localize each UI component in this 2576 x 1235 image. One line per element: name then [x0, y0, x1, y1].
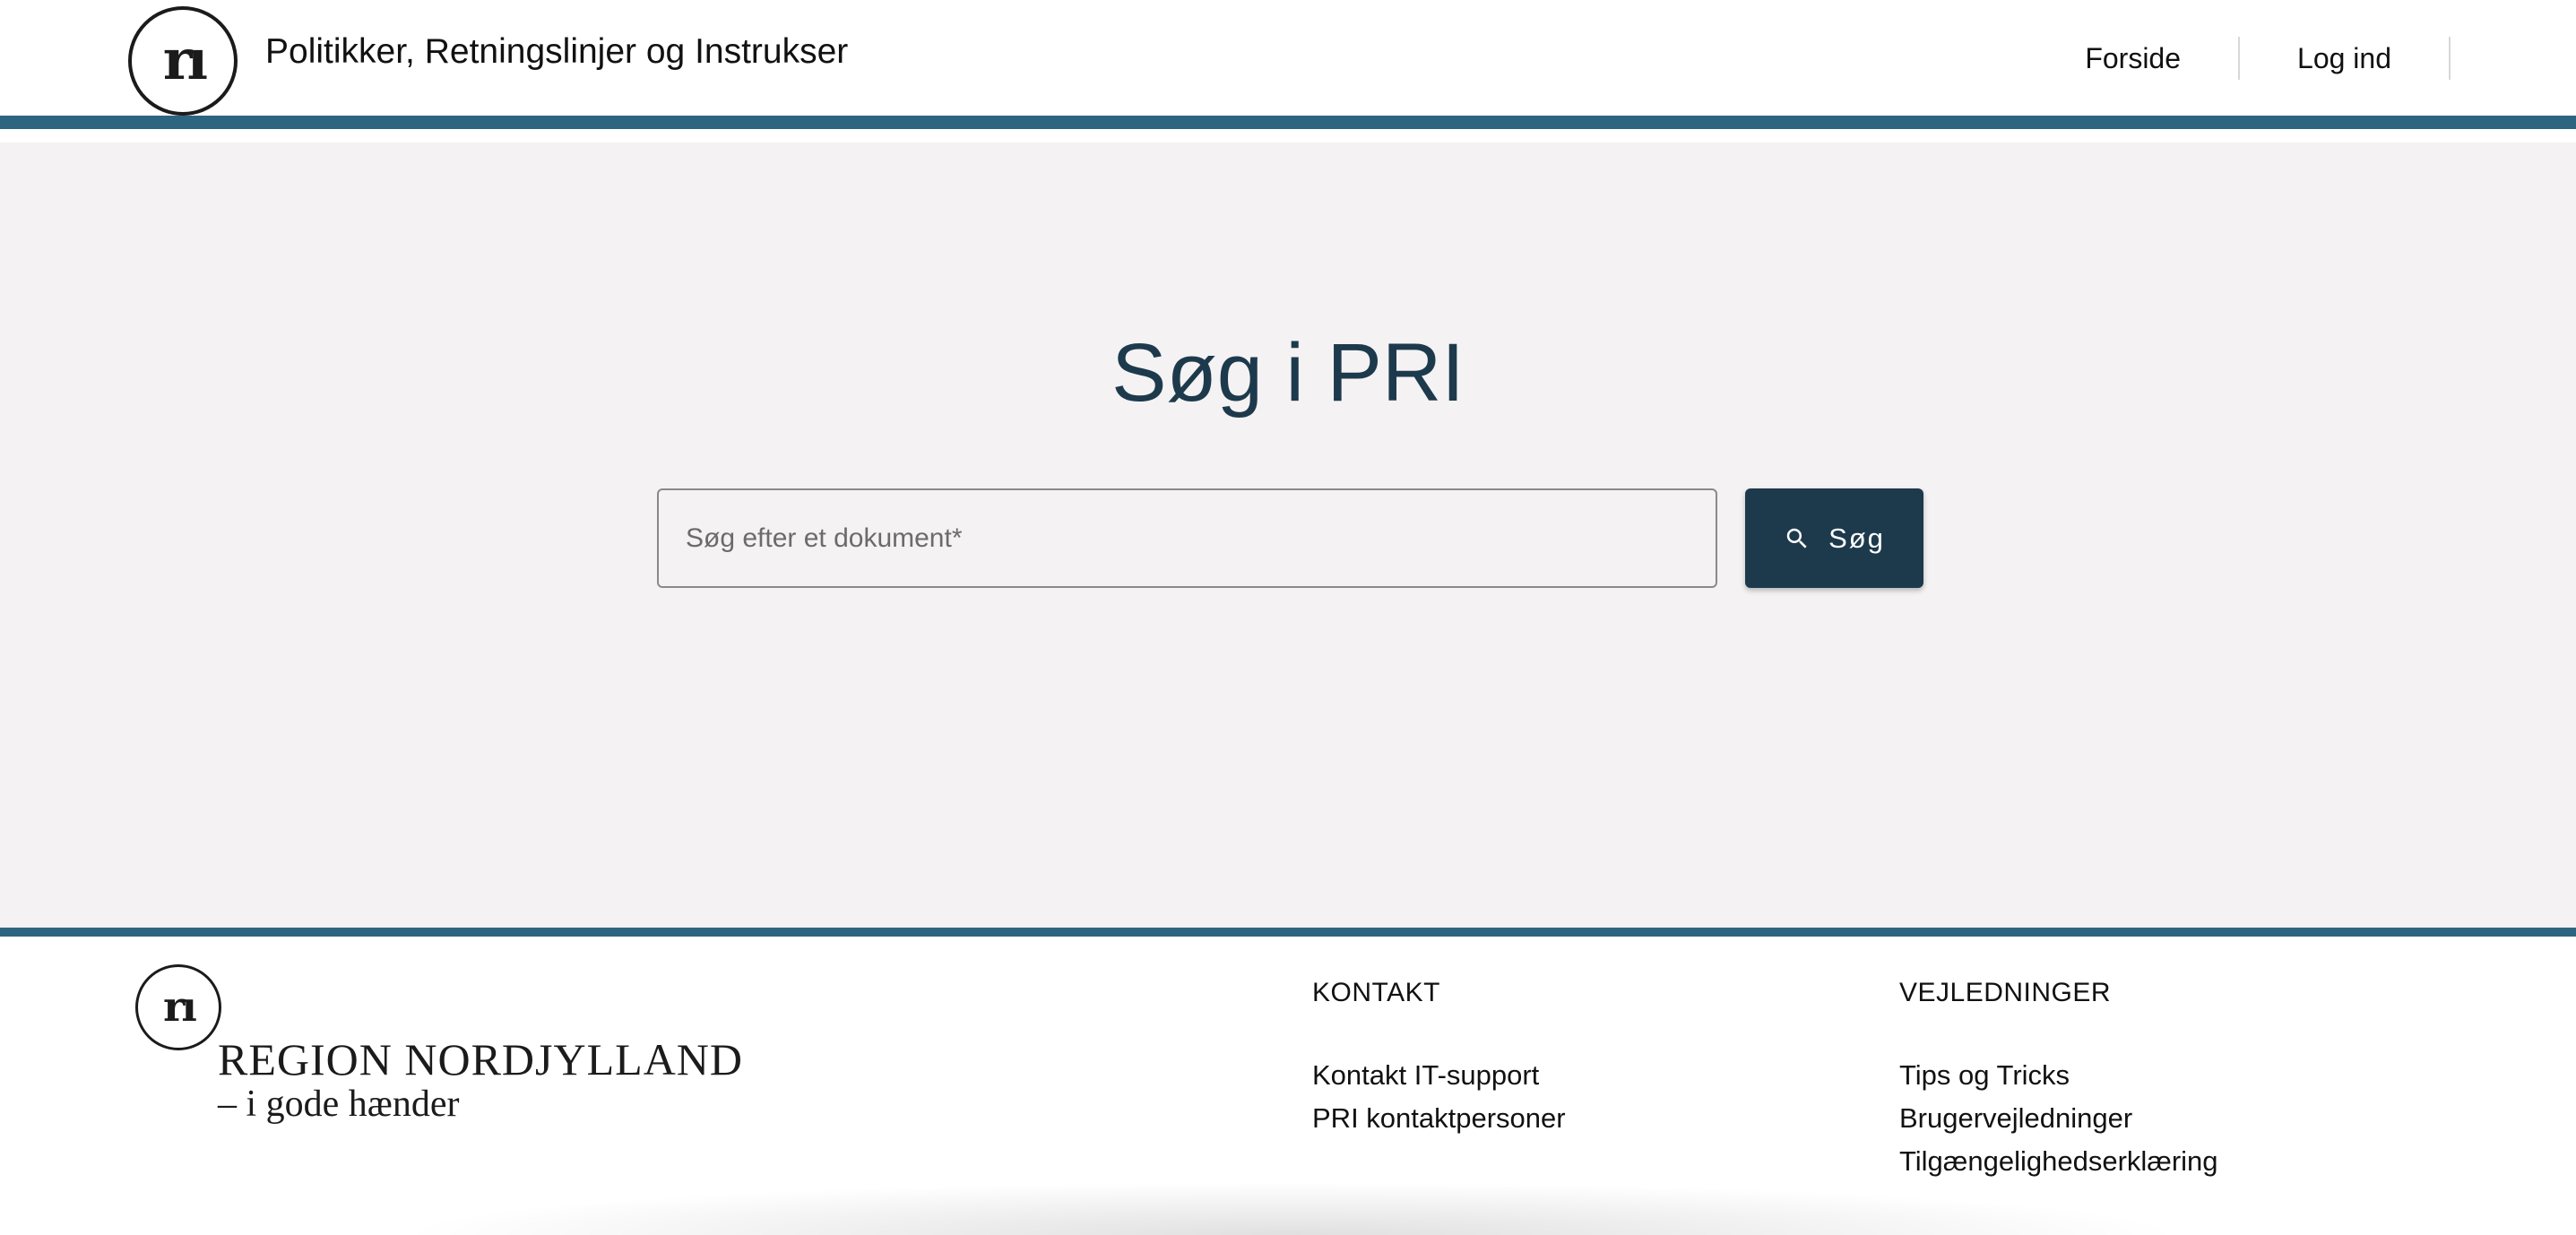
footer-heading-kontakt: KONTAKT — [1312, 978, 1440, 1007]
footer-heading-vejledninger: VEJLEDNINGER — [1899, 978, 2112, 1007]
search-section: Søg i PRI Søg — [0, 142, 2576, 928]
footer-link-brugervejledninger[interactable]: Brugervejledninger — [1899, 1097, 2218, 1140]
footer-logo-monogram: rı — [163, 981, 197, 1031]
region-logo[interactable]: rı — [128, 6, 238, 116]
main-nav: Forside Log ind — [2085, 0, 2451, 116]
search-button-label: Søg — [1828, 522, 1885, 554]
region-tagline: – i gode hænder — [218, 1084, 460, 1125]
region-name: REGION NORDJYLLAND — [218, 1034, 744, 1084]
search-button[interactable]: Søg — [1745, 488, 1923, 588]
nav-link-log-ind[interactable]: Log ind — [2240, 36, 2451, 80]
footer-link-kontaktpersoner[interactable]: PRI kontaktpersoner — [1312, 1097, 1566, 1140]
footer-link-tilgaengelighed[interactable]: Tilgængelighedserklæring — [1899, 1140, 2218, 1183]
search-input[interactable] — [657, 488, 1717, 588]
search-icon — [1786, 528, 1807, 548]
nav-link-forside[interactable]: Forside — [2085, 36, 2241, 80]
footer-link-tips-og-tricks[interactable]: Tips og Tricks — [1899, 1054, 2218, 1097]
logo-monogram: rı — [162, 26, 208, 92]
site-header: rı Politikker, Retningslinjer og Instruk… — [0, 0, 2576, 129]
bottom-shadow — [394, 1181, 2187, 1235]
footer-logo: rı — [135, 964, 221, 1050]
site-title: Politikker, Retningslinjer og Instrukser — [265, 32, 849, 71]
page-title: Søg i PRI — [1111, 327, 1465, 419]
footer-vejledninger-column: VEJLEDNINGER Tips og Tricks Brugervejled… — [1899, 977, 2218, 1183]
footer-kontakt-column: KONTAKT Kontakt IT-support PRI kontaktpe… — [1312, 977, 1566, 1140]
footer-link-it-support[interactable]: Kontakt IT-support — [1312, 1054, 1566, 1097]
